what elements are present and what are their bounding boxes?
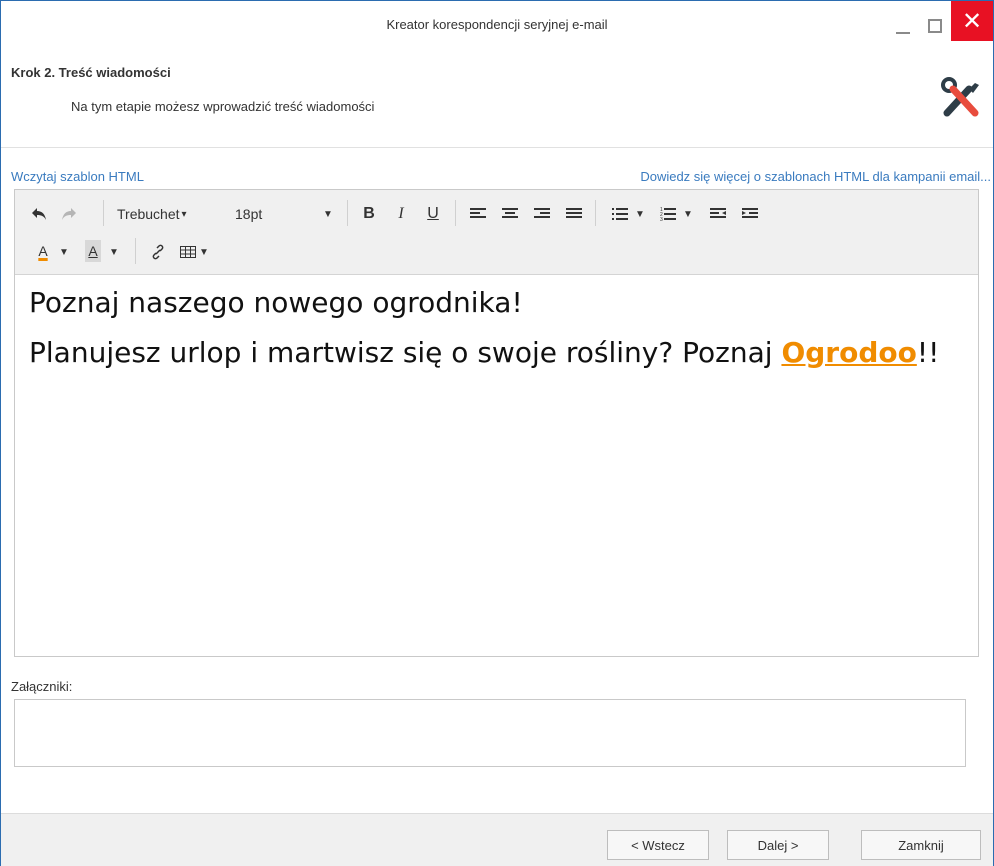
align-right-icon[interactable] xyxy=(533,204,551,224)
undo-icon[interactable] xyxy=(29,204,49,224)
bold-button[interactable]: B xyxy=(361,203,377,225)
table-icon[interactable] xyxy=(179,242,197,262)
learn-more-link[interactable]: Dowiedz się więcej o szablonach HTML dla… xyxy=(640,169,991,184)
numbered-list-icon[interactable]: 123 xyxy=(659,204,677,224)
align-center-icon[interactable] xyxy=(501,204,519,224)
link-icon[interactable] xyxy=(149,242,167,262)
content-line-2-text: Planujesz urlop i martwisz się o swoje r… xyxy=(29,336,773,369)
load-template-link[interactable]: Wczytaj szablon HTML xyxy=(11,169,144,184)
minimize-icon xyxy=(896,32,910,34)
close-icon: ✕ xyxy=(961,7,983,35)
font-size-value: 18pt xyxy=(235,206,263,222)
align-left-icon[interactable] xyxy=(469,204,487,224)
maximize-button[interactable] xyxy=(921,1,949,51)
message-editor[interactable]: Trebuchet ▾ 18pt ▼ B I U ▼ 1 2 3 ▼ A ▼ A… xyxy=(14,189,979,657)
bullet-list-icon[interactable] xyxy=(611,204,629,224)
redo-icon[interactable] xyxy=(59,204,79,224)
title-bar: Kreator korespondencji seryjnej e-mail ✕ xyxy=(1,1,993,51)
outdent-icon[interactable] xyxy=(709,204,727,224)
content-line-2: Planujesz urlop i martwisz się o swoje r… xyxy=(29,334,964,372)
back-button[interactable]: < Wstecz xyxy=(607,830,709,860)
highlight-color-button[interactable]: A xyxy=(85,240,101,262)
font-color-button[interactable]: A xyxy=(35,240,51,262)
font-family-value: Trebuchet xyxy=(117,206,180,222)
step-header: Krok 2. Treść wiadomości Na tym etapie m… xyxy=(1,51,993,148)
font-size-select[interactable]: 18pt xyxy=(235,204,262,224)
font-family-select[interactable]: Trebuchet ▾ xyxy=(117,204,187,224)
chevron-down-icon[interactable]: ▼ xyxy=(109,242,119,262)
chevron-down-icon[interactable]: ▼ xyxy=(683,204,693,224)
chevron-down-icon[interactable]: ▼ xyxy=(199,242,209,262)
step-title: Krok 2. Treść wiadomości xyxy=(11,65,171,80)
align-justify-icon[interactable] xyxy=(565,204,583,224)
tools-icon xyxy=(939,73,983,121)
italic-button[interactable]: I xyxy=(393,203,409,225)
next-button[interactable]: Dalej > xyxy=(727,830,829,860)
content-line-1: Poznaj naszego nowego ogrodnika! xyxy=(29,286,523,319)
indent-icon[interactable] xyxy=(741,204,759,224)
chevron-down-icon[interactable]: ▼ xyxy=(635,204,645,224)
brand-suffix: !! xyxy=(916,336,940,369)
svg-text:3: 3 xyxy=(660,217,663,222)
close-button[interactable]: Zamknij xyxy=(861,830,981,860)
wizard-window: Kreator korespondencji seryjnej e-mail ✕… xyxy=(0,0,994,866)
footer: < Wstecz Dalej > Zamknij xyxy=(1,813,993,866)
step-subtitle: Na tym etapie możesz wprowadzić treść wi… xyxy=(71,99,375,114)
chevron-down-icon: ▾ xyxy=(181,208,187,220)
window-title: Kreator korespondencji seryjnej e-mail xyxy=(386,17,608,32)
underline-button[interactable]: U xyxy=(425,203,441,225)
attachments-box[interactable] xyxy=(14,699,966,767)
brand-name: Ogrodoo xyxy=(781,336,917,369)
close-window-button[interactable]: ✕ xyxy=(951,1,993,41)
chevron-down-icon[interactable]: ▼ xyxy=(323,204,333,224)
editor-content[interactable]: Poznaj naszego nowego ogrodnika! Planuje… xyxy=(29,284,964,384)
attachments-label: Załączniki: xyxy=(11,679,73,694)
minimize-button[interactable] xyxy=(885,1,921,51)
maximize-icon xyxy=(928,19,942,33)
chevron-down-icon[interactable]: ▼ xyxy=(59,242,69,262)
editor-toolbar: Trebuchet ▾ 18pt ▼ B I U ▼ 1 2 3 ▼ A ▼ A… xyxy=(15,190,978,275)
